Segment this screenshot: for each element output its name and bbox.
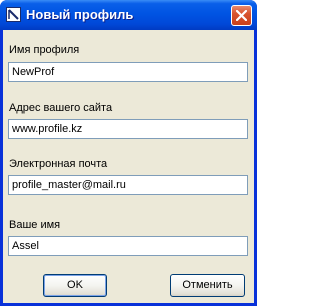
site-address-input[interactable]: www.profile.kz [8,119,248,139]
your-name-input[interactable]: Assel [8,236,248,256]
email-input[interactable]: profile_master@mail.ru [8,175,248,195]
your-name-label: Ваше имя [9,219,61,231]
dialog-body: Имя профиля NewProf Адрес вашего сайта w… [3,30,254,303]
close-icon [236,10,247,21]
profile-name-input[interactable]: NewProf [8,62,248,82]
title-bar[interactable]: Новый профиль [0,0,257,30]
ok-button[interactable]: OK [43,274,107,297]
profile-name-label: Имя профиля [9,44,80,56]
site-address-label: Адрес вашего сайта [9,102,113,114]
dialog-window: Новый профиль Имя профиля NewProf Адрес … [0,0,257,306]
email-label: Электронная почта [9,158,108,170]
app-icon [6,7,21,22]
cancel-button[interactable]: Отменить [170,274,245,297]
close-button[interactable] [231,5,252,26]
window-title: Новый профиль [26,7,134,22]
